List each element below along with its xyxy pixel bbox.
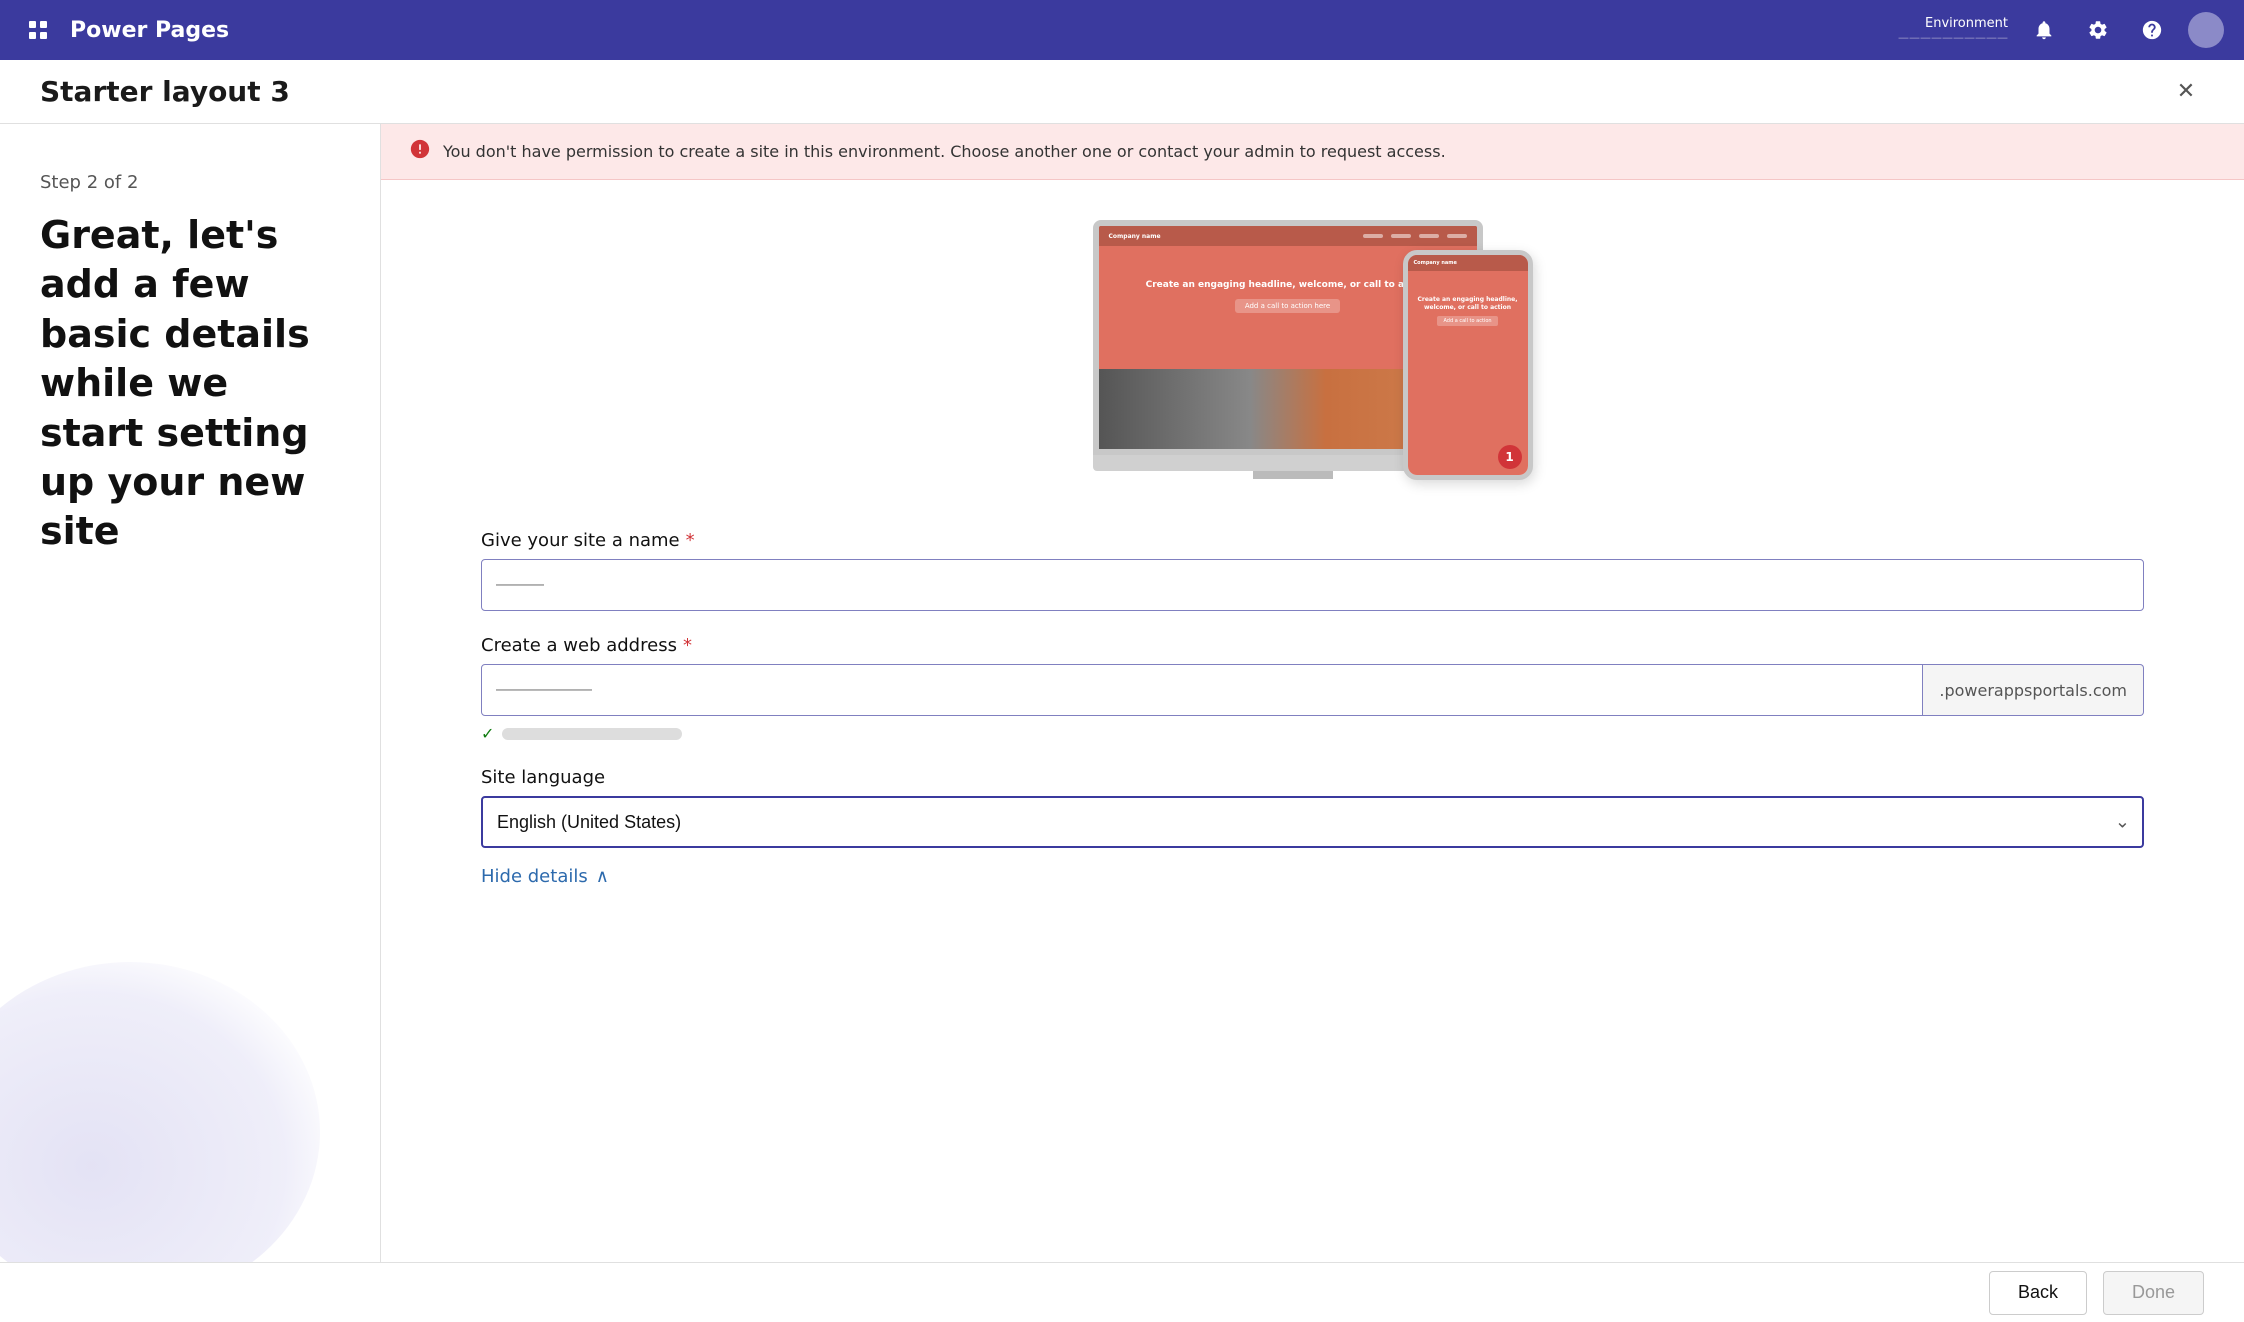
validation-check-icon: ✓ <box>481 724 494 743</box>
phone-mockup: Company name Create an engaging headline… <box>1403 250 1533 480</box>
notifications-icon[interactable] <box>2026 12 2062 48</box>
help-icon[interactable] <box>2134 12 2170 48</box>
web-address-label: Create a web address * <box>481 635 2144 656</box>
required-star-name: * <box>686 530 695 551</box>
web-suffix: .powerappsportals.com <box>1923 664 2144 716</box>
laptop-hero-btn: Add a call to action here <box>1235 299 1340 313</box>
required-star-web: * <box>683 635 692 656</box>
page-title: Starter layout 3 <box>40 75 290 108</box>
error-banner: You don't have permission to create a si… <box>381 124 2244 180</box>
environment-info: Environment —————————— <box>1898 16 2008 44</box>
left-panel: Step 2 of 2 Great, let's add a few basic… <box>0 124 380 1262</box>
web-address-input[interactable] <box>481 664 1923 716</box>
back-button[interactable]: Back <box>1989 1271 2087 1315</box>
phone-hero-text: Create an engaging headline, welcome, or… <box>1412 296 1524 312</box>
hide-details-label: Hide details <box>481 866 588 887</box>
phone-badge: 1 <box>1498 445 1522 469</box>
error-message: You don't have permission to create a si… <box>443 142 1446 161</box>
avatar[interactable] <box>2188 12 2224 48</box>
laptop-stand <box>1253 471 1333 479</box>
web-validation-row: ✓ <box>481 724 2144 743</box>
nav-link-1 <box>1363 234 1383 238</box>
chevron-up-icon: ∧ <box>596 866 609 887</box>
app-title: Power Pages <box>70 18 1898 43</box>
decorative-blob <box>0 962 320 1262</box>
nav-link-2 <box>1391 234 1411 238</box>
hide-details-link[interactable]: Hide details ∧ <box>481 866 2144 887</box>
grid-icon[interactable] <box>20 12 56 48</box>
phone-hero: Create an engaging headline, welcome, or… <box>1408 271 1528 351</box>
laptop-hero-text: Create an engaging headline, welcome, or… <box>1146 279 1430 292</box>
phone-screen: Company name Create an engaging headline… <box>1408 255 1528 475</box>
validation-text <box>502 728 682 740</box>
site-name-label: Give your site a name * <box>481 530 2144 551</box>
laptop-nav-bar: Company name <box>1099 226 1477 246</box>
phone-hero-btn: Add a call to action <box>1437 316 1497 326</box>
right-panel: You don't have permission to create a si… <box>380 124 2244 1262</box>
header-bar: Starter layout 3 ✕ <box>0 60 2244 124</box>
preview-area: Company name Create an engaging headline… <box>381 180 2244 530</box>
settings-icon[interactable] <box>2080 12 2116 48</box>
site-language-select-wrapper: English (United States) French (France) … <box>481 796 2144 848</box>
nav-right: Environment —————————— <box>1898 12 2224 48</box>
main-layout: Step 2 of 2 Great, let's add a few basic… <box>0 124 2244 1262</box>
left-heading: Great, let's add a few basic details whi… <box>40 211 340 557</box>
step-label: Step 2 of 2 <box>40 172 340 193</box>
error-circle-icon <box>409 138 431 165</box>
site-language-select[interactable]: English (United States) French (France) … <box>481 796 2144 848</box>
phone-nav-bar: Company name <box>1408 255 1528 271</box>
close-button[interactable]: ✕ <box>2168 74 2204 110</box>
form-area: Give your site a name * Create a web add… <box>381 530 2244 927</box>
site-language-label: Site language <box>481 767 2144 788</box>
laptop-nav-links <box>1363 234 1467 238</box>
top-nav: Power Pages Environment —————————— <box>0 0 2244 60</box>
footer: Back Done <box>0 1262 2244 1322</box>
done-button[interactable]: Done <box>2103 1271 2204 1315</box>
nav-link-3 <box>1419 234 1439 238</box>
phone-company-name: Company name <box>1414 260 1457 266</box>
site-name-input[interactable] <box>481 559 2144 611</box>
nav-link-4 <box>1447 234 1467 238</box>
company-name-label: Company name <box>1109 233 1161 240</box>
device-mockup: Company name Create an engaging headline… <box>1093 220 1533 500</box>
web-address-row: .powerappsportals.com <box>481 664 2144 716</box>
